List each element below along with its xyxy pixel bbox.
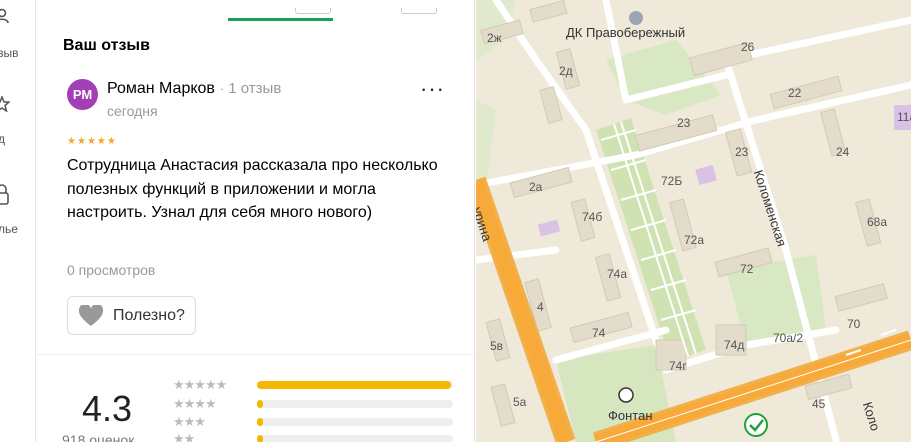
review-date: сегодня — [107, 103, 158, 119]
bank-pin[interactable] — [744, 413, 768, 437]
row-stars: ★★★★ — [173, 396, 217, 411]
star-icon: ★ — [76, 136, 86, 147]
map-label: Фонтан — [608, 408, 653, 423]
avatar-initials: РМ — [72, 87, 93, 102]
building-number: 45 — [812, 397, 826, 411]
building-number: 72а — [684, 233, 705, 247]
star-icon — [0, 96, 10, 112]
distribution-fill — [257, 418, 263, 426]
distribution-bar — [257, 435, 453, 442]
helpful-button[interactable]: Полезно? — [67, 296, 196, 335]
review-panel: Ваш отзыв РМ Роман Марков · 1 отзыв сегодн… — [37, 0, 475, 442]
direction-arrow-icon — [880, 329, 897, 336]
building-number: 2ж — [487, 31, 502, 45]
review-text: Сотрудница Анастасия рассказала про неск… — [67, 157, 438, 221]
rating-distribution-row: ★★★★★ — [173, 377, 473, 392]
map-view[interactable]: ДК Правобережный Фонтан Коломенская Коло… — [476, 0, 911, 442]
row-stars: ★★★ — [173, 414, 206, 429]
rail-item-label: д — [0, 132, 6, 146]
tabs-strip — [37, 0, 474, 22]
tab-control[interactable] — [401, 8, 437, 14]
view-count: 0 просмотров — [67, 262, 156, 278]
lock-icon — [0, 184, 9, 205]
building-number: 72 — [740, 262, 754, 276]
building-number: 74б — [582, 210, 603, 224]
building-number: 72Б — [661, 174, 683, 188]
distribution-fill — [257, 435, 263, 442]
highlight-building — [695, 164, 717, 186]
building-number: 74д — [724, 338, 745, 352]
rating-count: 918 оценок — [62, 432, 135, 442]
rail-item-label: зыв — [0, 46, 19, 60]
building-number: 24 — [836, 145, 850, 159]
building-number: 74 — [592, 326, 606, 340]
rail-item-star[interactable]: д — [0, 96, 36, 154]
avatar[interactable]: РМ — [67, 79, 98, 110]
row-stars: ★★★★★ — [173, 377, 227, 392]
distribution-bar — [257, 418, 453, 426]
building-number: 2а — [529, 180, 543, 194]
distribution-fill — [257, 400, 263, 408]
divider — [37, 354, 474, 355]
helpful-label: Полезно? — [113, 306, 185, 324]
building-number: 26 — [741, 40, 755, 54]
author-review-count: 1 отзыв — [228, 80, 282, 97]
building-number: 11а — [897, 110, 911, 124]
rating-distribution-row: ★★★★ — [173, 396, 473, 411]
building-number: 70а/2 — [773, 331, 804, 345]
reviews-icon — [0, 8, 9, 24]
section-title: Ваш отзыв — [63, 37, 150, 54]
star-icon: ★ — [96, 136, 106, 147]
building-number: 5а — [513, 395, 527, 409]
highlight-building — [537, 219, 561, 237]
building-number: 22 — [788, 86, 802, 100]
rail-item-reviews[interactable]: зыв — [0, 6, 36, 64]
review-rating-stars: ★ ★ ★ ★ ★ — [67, 137, 116, 147]
review-author: Роман Марков · 1 отзыв — [107, 80, 281, 98]
star-icon: ★ — [86, 136, 96, 147]
map-canvas — [476, 0, 911, 442]
map-pin[interactable] — [629, 11, 643, 25]
average-rating: 4.3 — [82, 388, 133, 429]
building-number: 5в — [490, 339, 504, 353]
rail-item-photos[interactable]: лье — [0, 184, 36, 242]
tab-control[interactable] — [295, 8, 331, 14]
map-label: ДК Правобережный — [566, 25, 686, 40]
star-icon: ★ — [106, 136, 116, 147]
park-area — [476, 100, 496, 190]
more-options-button[interactable]: ··· — [420, 78, 445, 100]
active-tab-indicator — [228, 18, 333, 21]
building-number: 2д — [559, 64, 573, 78]
distribution-bar — [257, 381, 453, 389]
building-number: 74а — [607, 267, 628, 281]
building-number: 74г — [669, 359, 687, 373]
building-number: 23 — [735, 145, 749, 159]
row-stars: ★★ — [173, 431, 195, 442]
distribution-bar — [257, 400, 453, 408]
building-number: 68а — [867, 215, 888, 229]
author-name[interactable]: Роман Марков — [107, 80, 215, 97]
distribution-fill — [257, 381, 452, 389]
star-icon: ★ — [67, 136, 76, 147]
building-number: 70 — [847, 317, 861, 331]
rating-distribution-row: ★★ — [173, 431, 473, 442]
building-number: 4 — [537, 300, 544, 314]
heart-icon — [78, 304, 104, 326]
app-root: зыв д лье Ваш отзыв РМ Роман Марков · 1 … — [0, 0, 911, 442]
left-rail: зыв д лье — [0, 0, 36, 442]
building-number: 23 — [677, 116, 691, 130]
map-pin[interactable] — [618, 387, 634, 403]
rating-distribution-row: ★★★ — [173, 414, 473, 429]
separator-dot: · — [219, 81, 225, 96]
rail-item-label: лье — [0, 222, 18, 236]
